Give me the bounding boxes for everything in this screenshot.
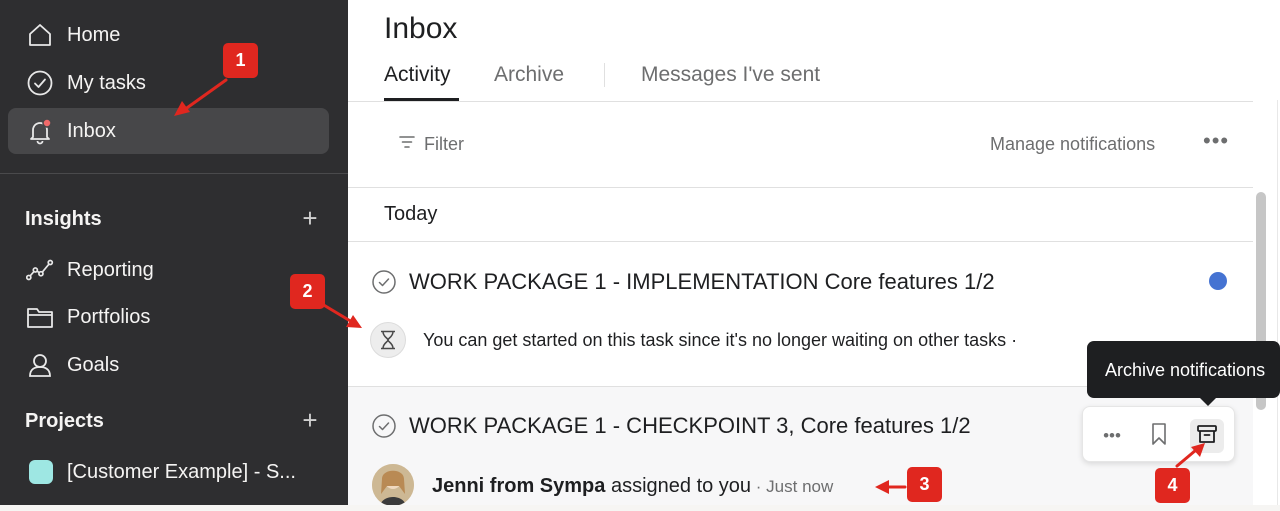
sidebar-item-label: Home [67, 23, 121, 46]
divider [348, 187, 1253, 188]
sidebar-item-label: Portfolios [67, 305, 151, 328]
sidebar-item-label: Reporting [67, 258, 154, 281]
section-heading-projects: Projects [25, 410, 104, 432]
avatar [372, 464, 414, 506]
folder-icon [26, 303, 54, 331]
page-title: Inbox [384, 12, 458, 45]
sidebar-item-label: [Customer Example] - S... [67, 460, 296, 483]
sidebar-item-my-tasks[interactable]: My tasks [8, 60, 329, 106]
check-circle-icon [26, 69, 54, 97]
bookmark-icon [1151, 422, 1167, 451]
home-icon [26, 21, 54, 49]
sidebar-divider [0, 173, 348, 174]
sidebar-item-reporting[interactable]: Reporting [8, 247, 329, 293]
tab-messages-sent[interactable]: Messages I've sent [641, 63, 820, 87]
sidebar-item-home[interactable]: Home [8, 12, 329, 58]
callout-badge-3: 3 [907, 467, 942, 502]
sidebar-item-label: Inbox [67, 119, 116, 142]
divider [348, 101, 1253, 102]
sidebar: Home My tasks Inbox Insights + Reporting… [0, 0, 348, 505]
tab-separator [604, 63, 605, 87]
more-actions-button[interactable]: ••• [1095, 419, 1129, 453]
section-heading-insights: Insights [25, 208, 102, 230]
hourglass-icon [370, 322, 406, 358]
notification-actions: ••• [1082, 406, 1235, 462]
sidebar-item-inbox[interactable]: Inbox [8, 108, 329, 154]
sidebar-item-portfolios[interactable]: Portfolios [8, 294, 329, 340]
complete-task-icon[interactable] [372, 414, 396, 438]
assignment-text: Jenni from Sympa assigned to you · Just … [432, 475, 833, 498]
actor-name[interactable]: Jenni from Sympa [432, 475, 605, 497]
add-project-button[interactable]: + [298, 405, 322, 436]
unread-indicator[interactable] [1209, 272, 1227, 290]
reporting-icon [26, 256, 54, 284]
group-label-today: Today [384, 203, 438, 225]
sidebar-item-goals[interactable]: Goals [8, 342, 329, 388]
panel-border [1277, 100, 1278, 505]
callout-badge-1: 1 [223, 43, 258, 78]
more-options-button[interactable]: ••• [1203, 128, 1229, 154]
bookmark-button[interactable] [1142, 419, 1176, 453]
tab-activity[interactable]: Activity [384, 63, 451, 87]
timestamp: Just now [766, 477, 834, 496]
complete-task-icon[interactable] [372, 270, 396, 294]
manage-notifications-button[interactable]: Manage notifications [990, 134, 1155, 155]
filter-button[interactable]: Filter [398, 134, 464, 155]
add-insight-button[interactable]: + [298, 203, 322, 234]
goals-icon [26, 351, 54, 379]
callout-badge-4: 4 [1155, 468, 1190, 503]
sidebar-item-label: My tasks [67, 71, 146, 94]
tooltip-pointer [1199, 397, 1217, 406]
archive-tooltip: Archive notifications [1087, 341, 1280, 398]
sidebar-item-label: Goals [67, 353, 120, 376]
filter-label: Filter [424, 134, 464, 154]
bottom-strip [0, 505, 1280, 511]
tab-archive[interactable]: Archive [494, 63, 564, 87]
bell-icon [26, 117, 54, 145]
archive-icon [1196, 423, 1218, 450]
filter-icon [398, 134, 416, 155]
sidebar-item-project[interactable]: [Customer Example] - S... [8, 449, 329, 495]
archive-button[interactable] [1190, 419, 1224, 453]
callout-badge-2: 2 [290, 274, 325, 309]
action-text: assigned to you [610, 475, 752, 497]
notification-title[interactable]: WORK PACKAGE 1 - CHECKPOINT 3, Core feat… [409, 413, 971, 439]
notification-text: You can get started on this task since i… [423, 330, 1018, 350]
notification-title[interactable]: WORK PACKAGE 1 - IMPLEMENTATION Core fea… [409, 269, 995, 295]
separator-dot: · [751, 477, 767, 496]
project-color-swatch [29, 460, 53, 484]
